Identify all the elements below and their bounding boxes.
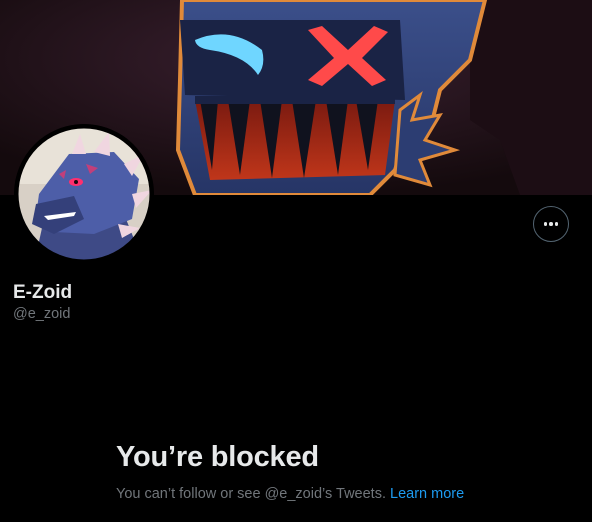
profile-display-name: E-Zoid xyxy=(13,282,73,303)
more-horizontal-icon xyxy=(543,222,559,226)
blocked-message: You can’t follow or see @e_zoid’s Tweets… xyxy=(116,486,390,502)
profile-avatar[interactable] xyxy=(14,124,154,264)
blocked-message-row: You can’t follow or see @e_zoid’s Tweets… xyxy=(116,485,464,503)
more-options-button[interactable] xyxy=(533,206,569,242)
blocked-title: You’re blocked xyxy=(116,441,319,473)
learn-more-link[interactable]: Learn more xyxy=(390,486,464,502)
profile-page: E-Zoid @e_zoid You’re blocked You can’t … xyxy=(0,0,592,522)
profile-handle: @e_zoid xyxy=(13,306,71,322)
